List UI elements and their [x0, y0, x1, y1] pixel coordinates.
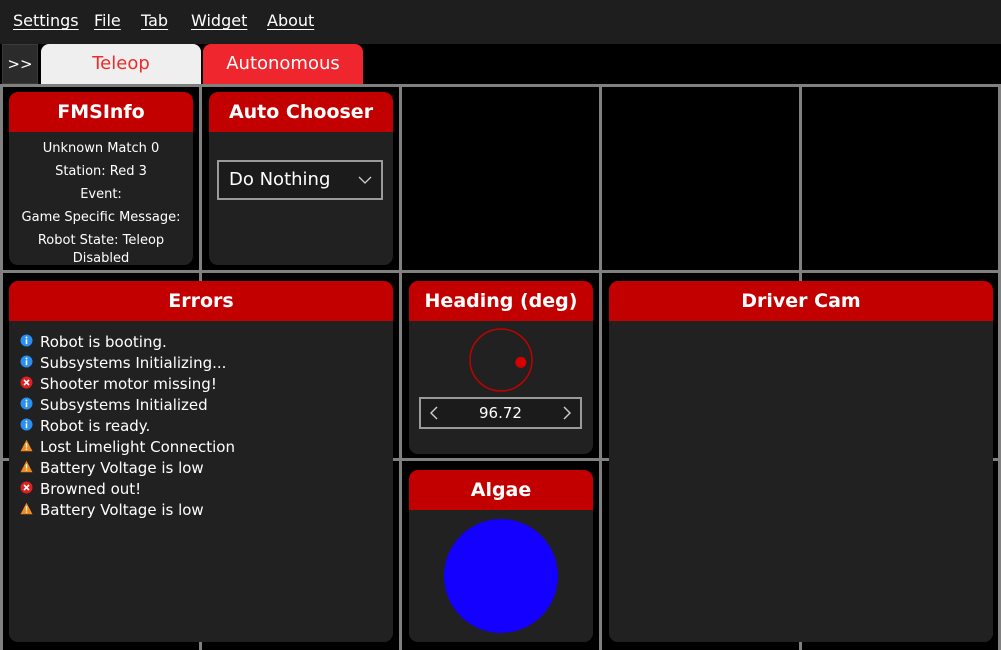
grid-line — [599, 84, 602, 650]
errors-list: Robot is booting. Subsystems Initializing… — [9, 321, 393, 521]
driver-cam-title: Driver Cam — [609, 281, 993, 321]
grid-line — [0, 84, 1001, 87]
fms-robot-state: Robot State: Teleop Disabled — [37, 233, 165, 265]
grid-line — [0, 84, 3, 650]
algae-widget: Algae — [409, 470, 593, 642]
errors-widget: Errors Robot is booting. Subsystems Initi… — [9, 281, 393, 642]
heading-dial — [469, 328, 533, 392]
expand-tabs-button[interactable]: >> — [2, 44, 38, 84]
info-icon — [20, 334, 33, 347]
menu-settings[interactable]: Settings — [13, 11, 79, 30]
error-message: Robot is ready. — [40, 417, 151, 435]
error-list-item: Robot is ready. — [20, 416, 393, 437]
grid-line — [399, 84, 402, 650]
error-list-item: Battery Voltage is low — [20, 500, 393, 521]
error-list-item: Subsystems Initialized — [20, 395, 393, 416]
info-icon — [20, 355, 33, 368]
error-list-item: Subsystems Initializing... — [20, 353, 393, 374]
driver-cam-widget: Driver Cam — [609, 281, 993, 642]
menu-about[interactable]: About — [267, 11, 314, 30]
warning-icon — [20, 439, 33, 452]
auto-chooser-title: Auto Chooser — [209, 92, 393, 132]
algae-indicator — [444, 519, 558, 633]
tab-bar: >> Teleop Autonomous — [0, 44, 1001, 84]
grid-line — [0, 270, 1001, 273]
auto-chooser-selected: Do Nothing — [229, 169, 331, 190]
fms-match: Unknown Match 0 — [42, 141, 160, 156]
auto-chooser-widget: Auto Chooser Do Nothing — [209, 92, 393, 265]
menu-bar: Settings File Tab Widget About — [0, 0, 1001, 44]
error-message: Lost Limelight Connection — [40, 438, 235, 456]
error-icon — [20, 481, 33, 494]
heading-indicator — [515, 356, 527, 368]
chevron-left-icon[interactable] — [425, 399, 443, 427]
fms-event: Event: — [80, 187, 122, 202]
error-list-item: Lost Limelight Connection — [20, 437, 393, 458]
auto-chooser-dropdown[interactable]: Do Nothing — [217, 160, 383, 200]
heading-title: Heading (deg) — [409, 281, 593, 321]
driver-cam-feed — [609, 321, 993, 642]
fms-game-message: Game Specific Message: — [21, 210, 181, 225]
algae-indicator-circle — [444, 519, 558, 633]
warning-icon — [20, 460, 33, 473]
chevron-right-icon[interactable] — [558, 399, 576, 427]
tab-teleop[interactable]: Teleop — [41, 44, 201, 84]
error-message: Subsystems Initialized — [40, 396, 208, 414]
error-list-item: Shooter motor missing! — [20, 374, 393, 395]
error-icon — [20, 376, 33, 389]
heading-value: 96.72 — [479, 404, 522, 422]
errors-title: Errors — [9, 281, 393, 321]
error-message: Battery Voltage is low — [40, 501, 204, 519]
algae-title: Algae — [409, 470, 593, 510]
dashboard-grid: FMSInfo Unknown Match 0 Station: Red 3 E… — [0, 84, 1001, 650]
fms-info-widget: FMSInfo Unknown Match 0 Station: Red 3 E… — [9, 92, 193, 265]
error-message: Browned out! — [40, 480, 142, 498]
menu-widget[interactable]: Widget — [191, 11, 247, 30]
fms-info-title: FMSInfo — [9, 92, 193, 132]
error-list-item: Robot is booting. — [20, 332, 393, 353]
error-message: Shooter motor missing! — [40, 375, 217, 393]
menu-file[interactable]: File — [94, 11, 121, 30]
error-message: Robot is booting. — [40, 333, 167, 351]
menu-tab[interactable]: Tab — [141, 11, 168, 30]
warning-icon — [20, 502, 33, 515]
error-list-item: Browned out! — [20, 479, 393, 500]
heading-widget: Heading (deg) 96.72 — [409, 281, 593, 454]
info-icon — [20, 418, 33, 431]
heading-stepper[interactable]: 96.72 — [419, 397, 582, 429]
tab-autonomous[interactable]: Autonomous — [203, 44, 363, 84]
fms-station: Station: Red 3 — [55, 164, 147, 179]
info-icon — [20, 397, 33, 410]
fms-info-body: Unknown Match 0 Station: Red 3 Event: Ga… — [9, 132, 193, 265]
error-message: Battery Voltage is low — [40, 459, 204, 477]
chevron-down-icon — [358, 176, 372, 184]
error-list-item: Battery Voltage is low — [20, 458, 393, 479]
error-message: Subsystems Initializing... — [40, 354, 227, 372]
